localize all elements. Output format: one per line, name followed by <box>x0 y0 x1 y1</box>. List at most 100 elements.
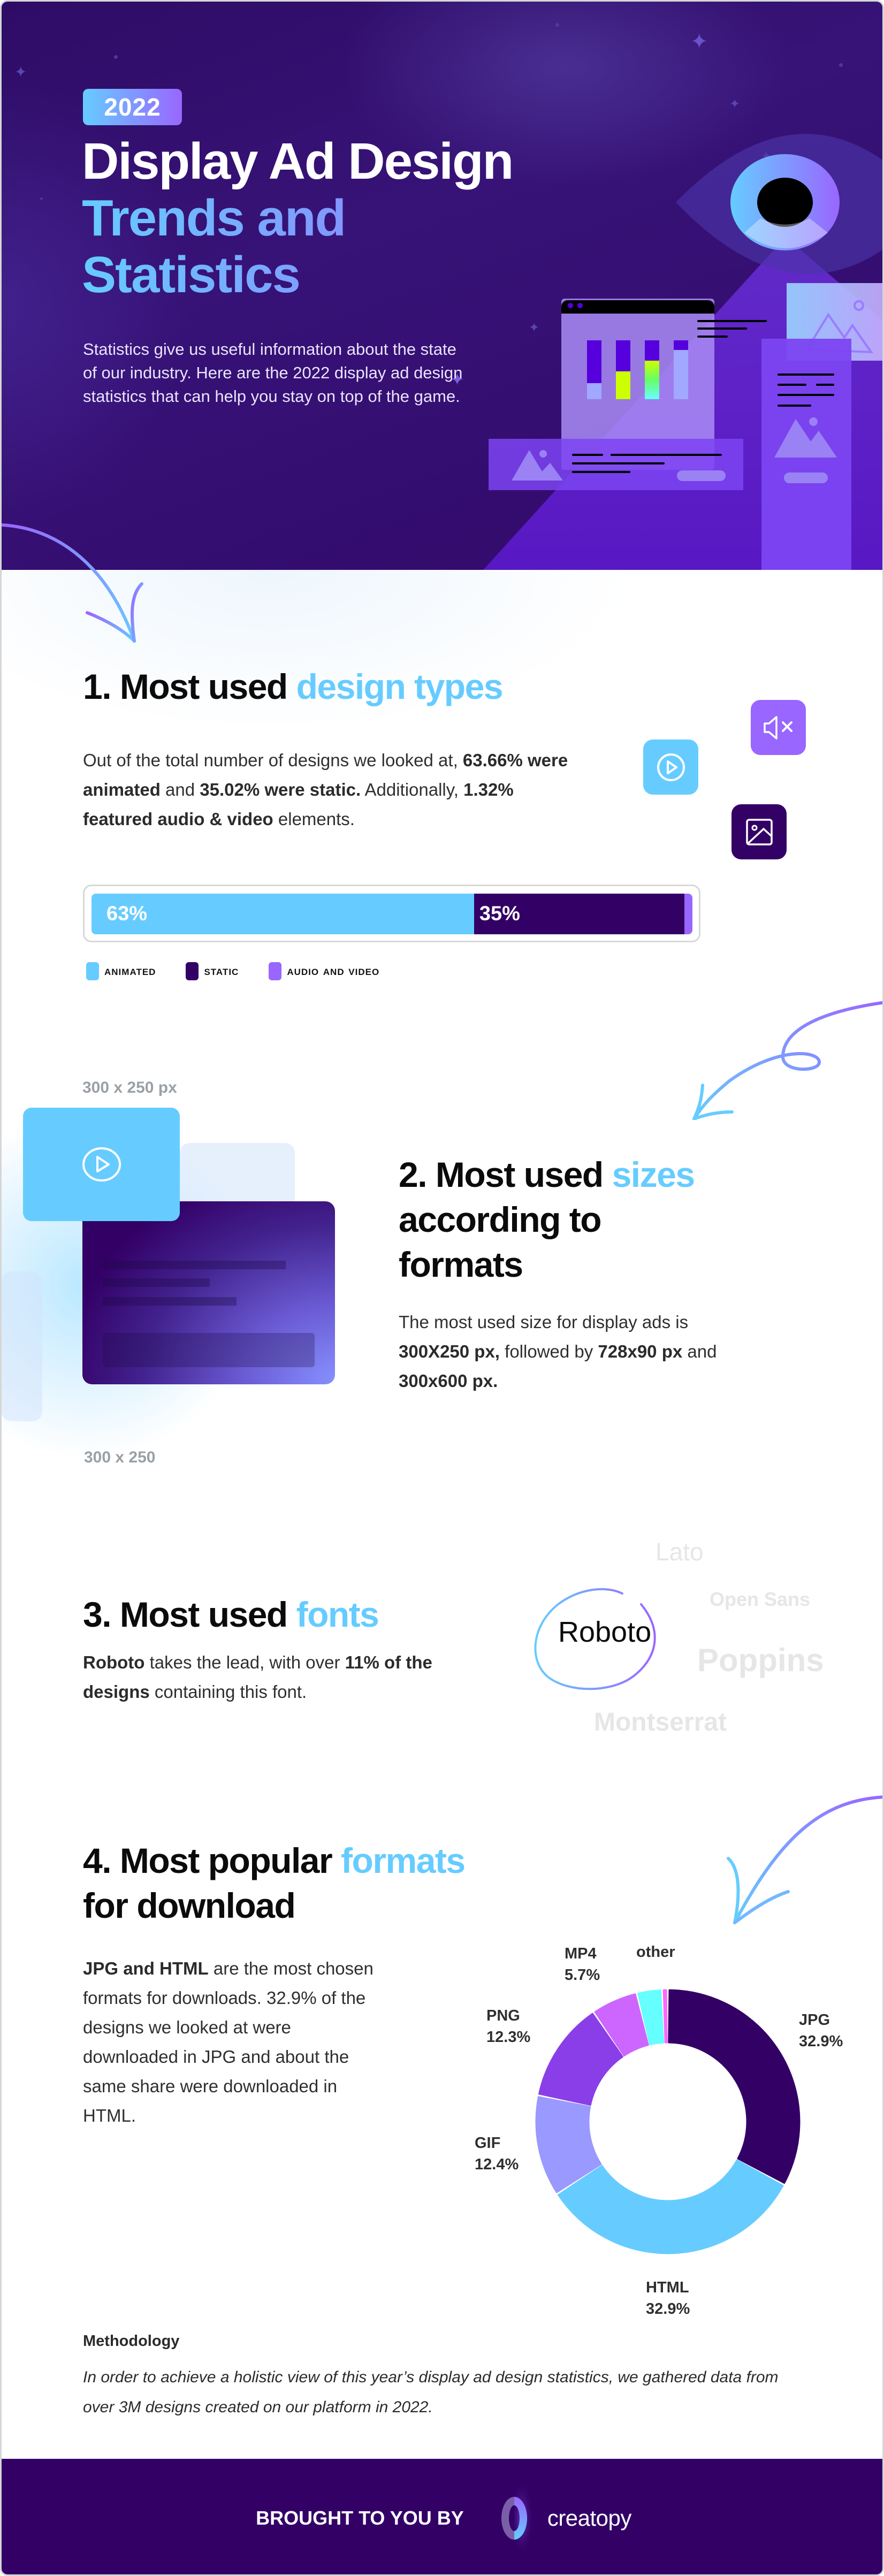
title-text-rest: according to formats <box>399 1200 602 1284</box>
title-accent: fonts <box>296 1595 379 1634</box>
stacked-bar: 63% 35% <box>92 894 692 934</box>
decorative-arrow <box>692 1001 882 1120</box>
methodology-title: Methodology <box>83 2333 180 2350</box>
section-2-title: 2. Most used sizes according to formats <box>399 1152 695 1287</box>
label-name: PNG <box>486 2007 520 2024</box>
section-number: 2. <box>399 1155 428 1194</box>
section-4-title: 4. Most popular formats for download <box>83 1838 466 1928</box>
placeholder-button <box>103 1333 315 1367</box>
section-1-title: 1. Most used design types <box>83 665 504 708</box>
bold-text: Roboto <box>83 1652 145 1672</box>
section-3-title: 3. Most used fonts <box>83 1593 379 1636</box>
donut-label-html: HTML 32.9% <box>646 2277 690 2320</box>
label-name: MP4 <box>565 1945 597 1962</box>
legend-swatch <box>269 962 282 980</box>
label-value: 12.4% <box>475 2156 519 2173</box>
legend-label: Animated <box>104 964 156 978</box>
creatopy-logo-icon <box>496 2486 534 2550</box>
image-icon <box>745 818 773 845</box>
font-name: Lato <box>656 1538 704 1566</box>
label-value: 12.3% <box>486 2029 531 2046</box>
legend-swatch <box>186 962 199 980</box>
legend-label: Static <box>204 964 239 978</box>
mute-icon <box>763 715 792 740</box>
text-run: takes the lead, with over <box>144 1652 345 1672</box>
section-4-body: JPG and HTML are the most chosen formats… <box>83 1954 383 2130</box>
section-number: 3. <box>83 1595 112 1634</box>
donut-label-gif: GIF 12.4% <box>475 2132 519 2175</box>
animated-tile <box>643 740 698 795</box>
legend-label: Audio and video <box>287 964 380 978</box>
tall-card-graphic <box>761 339 851 570</box>
placeholder-line <box>103 1297 237 1306</box>
text-run: The most used size for display ads is <box>399 1312 689 1332</box>
donut-slice-html <box>558 2159 784 2254</box>
bold-text: 300x600 px. <box>399 1371 498 1391</box>
label-name: other <box>636 1944 675 1961</box>
donut-label-other: other <box>636 1941 675 1963</box>
creatopy-logo[interactable]: creatopy <box>496 2486 631 2550</box>
ghost-card <box>2 1271 42 1421</box>
decorative-arrow <box>727 1795 882 1924</box>
placeholder-line <box>103 1278 210 1287</box>
play-circle-icon <box>82 1147 121 1182</box>
size-label-bottom: 300 x 250 <box>84 1449 156 1466</box>
font-name: Montserrat <box>594 1708 727 1736</box>
legend-item: Animated <box>86 962 156 980</box>
font-name: Open Sans <box>710 1588 811 1610</box>
text-run: followed by <box>499 1342 598 1361</box>
text-run: containing this font. <box>149 1682 307 1702</box>
title-accent: formats <box>341 1841 466 1880</box>
section-1-body: Out of the total number of designs we lo… <box>83 745 581 834</box>
methodology-body: In order to achieve a holistic view of t… <box>83 2368 779 2416</box>
section-3-body: Roboto takes the lead, with over 11% of … <box>83 1648 458 1706</box>
donut-label-png: PNG 12.3% <box>486 2005 530 2048</box>
text-run: Additionally, <box>361 780 464 799</box>
bold-text: 728x90 px <box>598 1342 683 1361</box>
text-run: elements. <box>273 809 355 829</box>
text-run: and <box>160 780 200 799</box>
text-run: and <box>682 1342 717 1361</box>
section-2-body: The most used size for display ads is 30… <box>399 1307 763 1396</box>
footer: BROUGHT TO YOU BY creatopy <box>2 2459 882 2574</box>
bar-data-label: 35% <box>479 902 520 925</box>
text-run: Out of the total number of designs we lo… <box>83 750 463 770</box>
hero-section: ✦ ✦ ✦ ✦ ✦ ✦ 2022 Display Ad Design Trend… <box>2 2 882 570</box>
title-text: Most popular <box>119 1841 333 1880</box>
brand-name: creatopy <box>547 2505 632 2531</box>
title-accent: design types <box>296 667 504 706</box>
eye-pupil <box>757 178 813 227</box>
brought-to-you-by: BROUGHT TO YOU BY <box>256 2507 464 2529</box>
legend-item: Audio and video <box>269 962 379 980</box>
section-number: 1. <box>83 667 112 706</box>
label-value: 32.9% <box>799 2033 843 2050</box>
label-name: HTML <box>646 2279 689 2296</box>
label-name: GIF <box>475 2135 501 2152</box>
bar-data-label: 63% <box>106 902 148 925</box>
infographic-page: ✦ ✦ ✦ ✦ ✦ ✦ 2022 Display Ad Design Trend… <box>0 0 884 2576</box>
static-tile <box>731 804 787 859</box>
banner-300x250-static <box>82 1201 335 1384</box>
design-types-chart: 63% 35% <box>83 885 700 942</box>
title-text: Most used <box>119 667 288 706</box>
donut-slice-jpg <box>668 1989 801 2184</box>
play-circle-icon <box>657 753 685 781</box>
formats-donut-chart <box>535 1989 801 2254</box>
section-number: 4. <box>83 1841 112 1880</box>
text-run: are the most chosen formats for download… <box>83 1958 374 2125</box>
legend-swatch <box>86 962 99 980</box>
legend-item: Static <box>186 962 239 980</box>
bar-segment-static: 35% <box>474 894 685 934</box>
donut-slice-other <box>662 1989 668 2044</box>
bold-text: 300X250 px, <box>399 1342 500 1361</box>
banner-300x250-animated <box>23 1108 180 1221</box>
label-value: 5.7% <box>565 1967 600 1984</box>
highlighted-font: Roboto <box>558 1616 652 1648</box>
bar-segment-audio-and-video <box>684 894 692 934</box>
font-name: Poppins <box>697 1642 824 1678</box>
title-text-rest: for download <box>83 1886 296 1925</box>
size-label-top: 300 x 250 px <box>82 1079 177 1096</box>
donut-label-mp4: MP4 5.7% <box>565 1943 600 1986</box>
banner-card-graphic <box>489 439 743 490</box>
donut-label-jpg: JPG 32.9% <box>799 2009 843 2052</box>
